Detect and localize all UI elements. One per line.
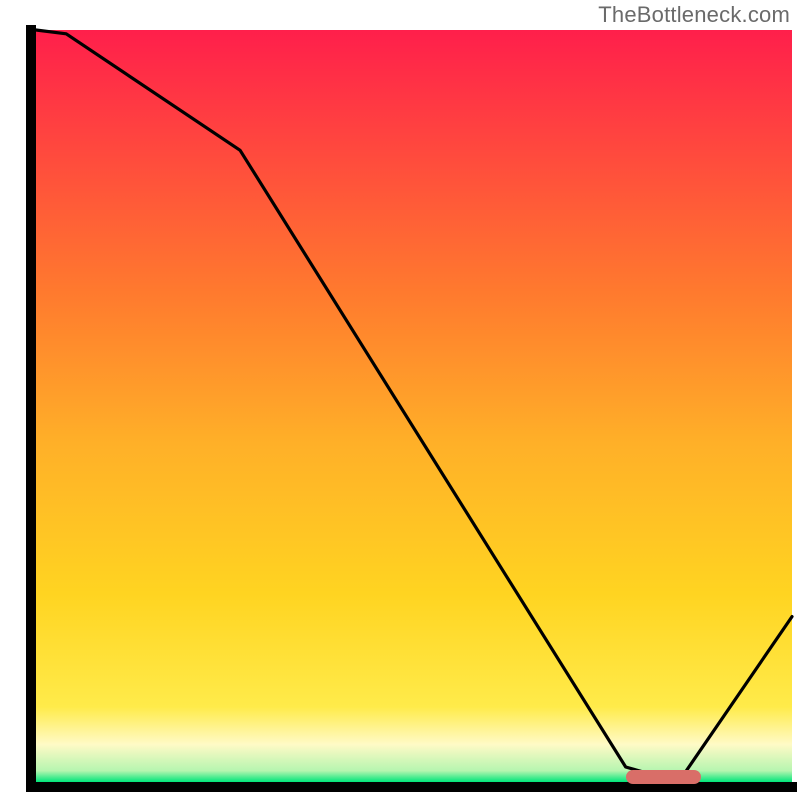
minimum-marker xyxy=(626,770,702,784)
bottleneck-chart xyxy=(0,0,800,800)
chart-stage: TheBottleneck.com xyxy=(0,0,800,800)
plot-background xyxy=(36,30,792,782)
